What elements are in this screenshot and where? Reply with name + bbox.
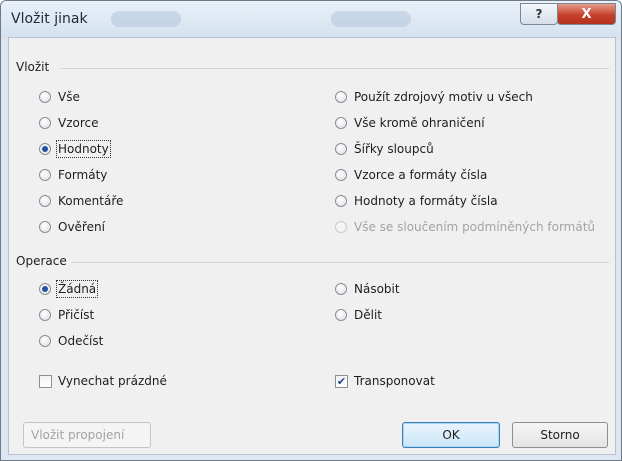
paste-special-dialog: Vložit jinak ? X Vložit Vše Vzorce Hodnoty… bbox=[0, 0, 622, 461]
operation-group-divider bbox=[71, 262, 609, 263]
operation-radio-option[interactable]: Žádná bbox=[39, 280, 99, 298]
paste-radio-label: Vše bbox=[58, 90, 80, 104]
operation-radio-label: Násobit bbox=[354, 282, 400, 296]
paste-radio-option[interactable]: Vše bbox=[39, 90, 80, 104]
blurred-background bbox=[111, 11, 181, 27]
operation-radio-option[interactable]: Násobit bbox=[335, 282, 400, 296]
radio-button-icon bbox=[39, 117, 51, 129]
operation-radio-option[interactable]: Odečíst bbox=[39, 334, 103, 348]
paste-link-button[interactable]: Vložit propojení bbox=[23, 422, 151, 448]
transpose-checkbox[interactable]: ✔ Transponovat bbox=[335, 374, 435, 388]
paste-radio-option[interactable]: Komentáře bbox=[39, 194, 123, 208]
radio-button-icon bbox=[39, 143, 51, 155]
paste-radio-option[interactable]: Šířky sloupců bbox=[335, 142, 434, 156]
operation-radio-label: Odečíst bbox=[58, 334, 104, 348]
close-button[interactable]: X bbox=[557, 3, 616, 25]
operation-radio-option[interactable]: Přičíst bbox=[39, 308, 94, 322]
paste-radio-label: Komentáře bbox=[58, 194, 124, 208]
paste-radio-label: Vše se sloučením podmíněných formátů bbox=[354, 220, 596, 234]
radio-button-icon bbox=[39, 195, 51, 207]
paste-radio-option[interactable]: Vzorce a formáty čísla bbox=[335, 168, 487, 182]
skip-blanks-label: Vynechat prázdné bbox=[58, 374, 167, 388]
radio-button-icon bbox=[39, 309, 51, 321]
paste-radio-option[interactable]: Hodnoty a formáty čísla bbox=[335, 194, 498, 208]
checkmark-icon: ✔ bbox=[335, 374, 348, 388]
radio-button-icon bbox=[39, 169, 51, 181]
operation-radio-label: Žádná bbox=[55, 280, 99, 298]
paste-radio-label: Použít zdrojový motiv u všech bbox=[354, 90, 533, 104]
radio-button-icon bbox=[335, 195, 347, 207]
paste-radio-label: Hodnoty bbox=[56, 140, 111, 158]
dialog-title: Vložit jinak bbox=[11, 11, 88, 27]
skip-blanks-checkbox[interactable]: Vynechat prázdné bbox=[39, 374, 167, 388]
paste-radio-label: Šířky sloupců bbox=[354, 142, 434, 156]
radio-button-icon bbox=[39, 91, 51, 103]
paste-radio-option[interactable]: Vzorce bbox=[39, 116, 99, 130]
radio-button-icon bbox=[39, 221, 51, 233]
operation-radio-label: Přičíst bbox=[58, 308, 95, 322]
radio-button-icon bbox=[335, 309, 347, 321]
operation-radio-option[interactable]: Dělit bbox=[335, 308, 382, 322]
radio-button-icon bbox=[335, 283, 347, 295]
paste-radio-label: Vzorce a formáty čísla bbox=[354, 168, 488, 182]
transpose-label: Transponovat bbox=[354, 374, 435, 388]
paste-radio-label: Vše kromě ohraničení bbox=[354, 116, 485, 130]
paste-group-label: Vložit bbox=[16, 60, 50, 74]
radio-button-icon bbox=[39, 335, 51, 347]
ok-button[interactable]: OK bbox=[402, 422, 500, 448]
radio-button-icon bbox=[39, 283, 51, 295]
paste-radio-label: Vzorce bbox=[58, 116, 99, 130]
paste-radio-option[interactable]: Použít zdrojový motiv u všech bbox=[335, 90, 533, 104]
blurred-background bbox=[331, 11, 411, 27]
radio-button-icon bbox=[335, 117, 347, 129]
paste-radio-label: Hodnoty a formáty čísla bbox=[354, 194, 498, 208]
paste-radio-option[interactable]: Vše kromě ohraničení bbox=[335, 116, 485, 130]
operation-group-label: Operace bbox=[16, 254, 67, 268]
cancel-button[interactable]: Storno bbox=[512, 422, 608, 448]
paste-radio-option[interactable]: Ověření bbox=[39, 220, 105, 234]
paste-radio-label: Formáty bbox=[58, 168, 108, 182]
paste-radio-label: Ověření bbox=[58, 220, 105, 234]
checkbox-icon bbox=[39, 374, 52, 388]
radio-button-icon bbox=[335, 91, 347, 103]
paste-radio-option[interactable]: Hodnoty bbox=[39, 140, 111, 158]
paste-radio-option: Vše se sloučením podmíněných formátů bbox=[335, 220, 595, 234]
radio-button-icon bbox=[335, 143, 347, 155]
radio-button-icon bbox=[335, 221, 347, 233]
paste-radio-option[interactable]: Formáty bbox=[39, 168, 107, 182]
help-button[interactable]: ? bbox=[520, 3, 558, 25]
dialog-body: Vložit Vše Vzorce Hodnoty Formáty Komentáře O… bbox=[8, 37, 616, 455]
title-bar[interactable]: Vložit jinak ? X bbox=[1, 1, 621, 39]
operation-radio-label: Dělit bbox=[354, 308, 382, 322]
paste-group-divider bbox=[61, 68, 609, 69]
radio-button-icon bbox=[335, 169, 347, 181]
